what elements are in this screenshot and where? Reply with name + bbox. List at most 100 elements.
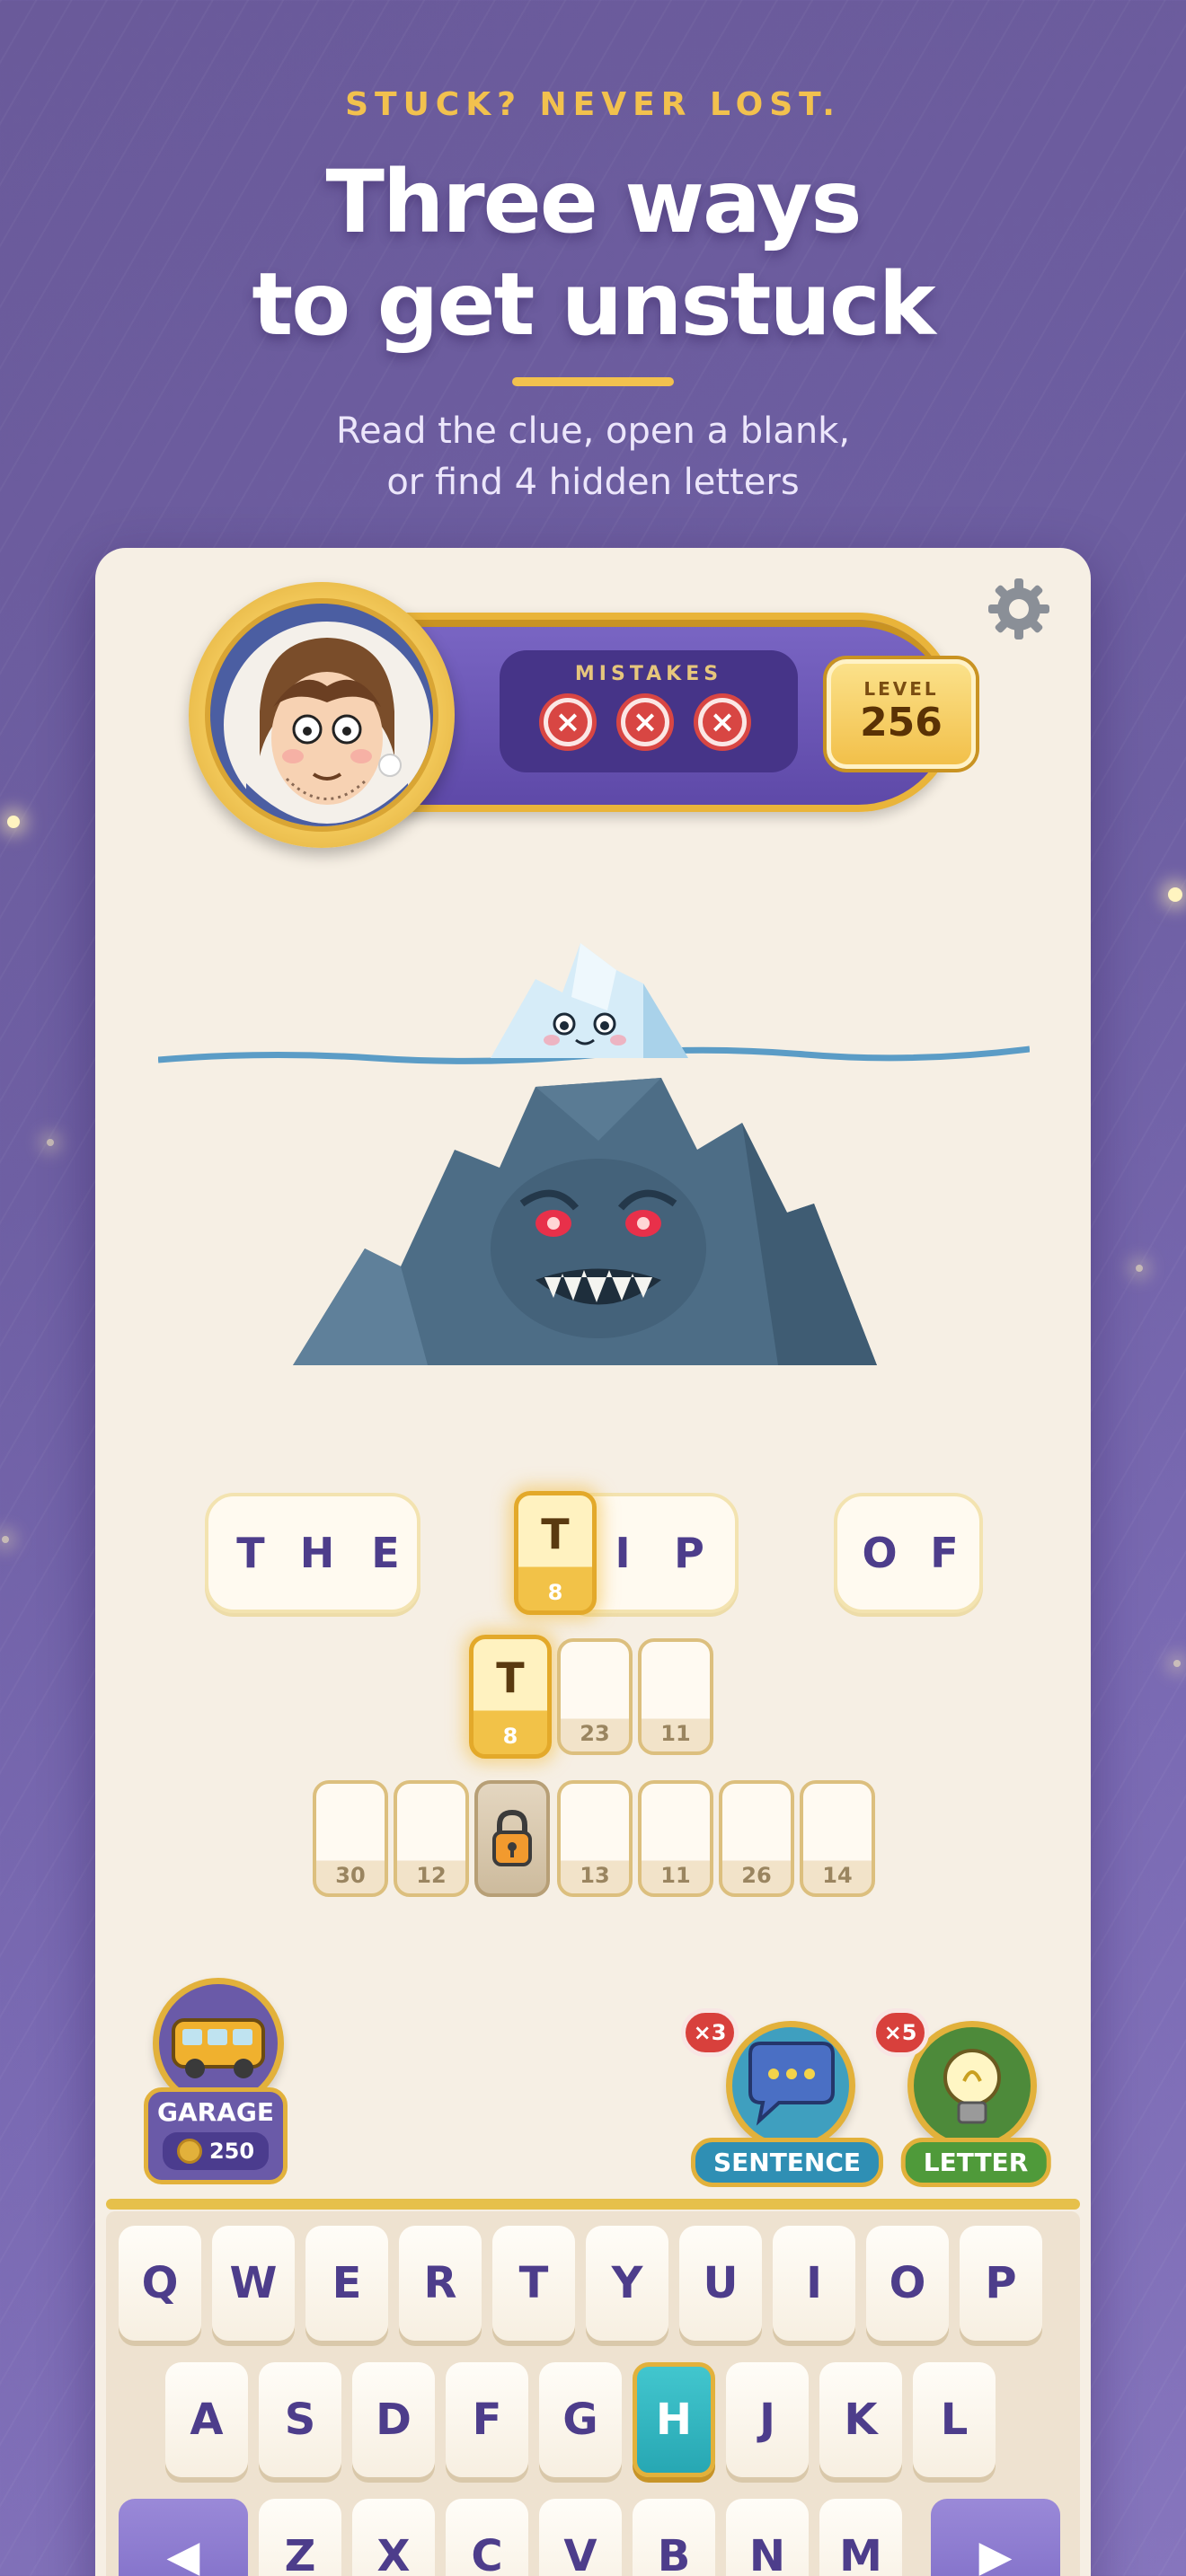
key-b[interactable]: B	[633, 2499, 715, 2576]
blank-letter-tile[interactable]: 26	[719, 1780, 794, 1897]
keyboard: QWERTYUIOP ASDFGHJKL ◀ Z X C V B N M ▶	[106, 2211, 1080, 2576]
game-screen: MISTAKES × × × LEVEL 256 T H E I P T 8 O…	[95, 548, 1091, 2576]
coin-balance: 250	[163, 2132, 269, 2170]
key-i[interactable]: I	[773, 2226, 855, 2341]
blank-letter-tile[interactable]: 12	[394, 1780, 469, 1897]
eyebrow-text: STUCK? NEVER LOST.	[345, 86, 841, 123]
key-g[interactable]: G	[539, 2362, 622, 2477]
coin-amount: 250	[208, 2139, 255, 2164]
key-q[interactable]: Q	[119, 2226, 201, 2341]
revealed-letter-tile[interactable]: T 8	[469, 1635, 552, 1759]
key-c[interactable]: C	[446, 2499, 528, 2576]
word-letter: P	[674, 1529, 704, 1577]
key-z[interactable]: Z	[259, 2499, 341, 2576]
subtitle: Read the clue, open a blank, or find 4 h…	[0, 406, 1186, 508]
key-w[interactable]: W	[212, 2226, 295, 2341]
headline-line-2: to get unstuck	[252, 254, 935, 355]
tile-number: 12	[416, 1863, 447, 1888]
key-k[interactable]: K	[819, 2362, 902, 2477]
subtitle-line-2: or find 4 hidden letters	[386, 462, 800, 503]
left-arrow-icon[interactable]: ◀	[119, 2499, 248, 2576]
sentence-hint-button[interactable]: SENTENCE ×3	[681, 2008, 884, 2192]
tile-number: 14	[822, 1863, 853, 1888]
blank-letter-tile[interactable]: 30	[313, 1780, 388, 1897]
key-h[interactable]: H	[633, 2362, 715, 2477]
lock-icon	[492, 1809, 532, 1866]
headline-line-1: Three ways	[325, 152, 862, 252]
key-m[interactable]: M	[819, 2499, 902, 2576]
garage-panel: GARAGE 250	[144, 2087, 288, 2184]
key-d[interactable]: D	[352, 2362, 435, 2477]
sparkle	[1136, 1265, 1143, 1272]
level-value: 256	[860, 700, 943, 745]
letter-label: LETTER	[900, 2138, 1051, 2187]
tile-number: 23	[580, 1721, 610, 1746]
key-v[interactable]: V	[539, 2499, 622, 2576]
letter-hint-button[interactable]: LETTER ×5	[872, 2008, 1051, 2192]
tile-number: 30	[335, 1863, 366, 1888]
sparkle	[47, 1139, 54, 1146]
gear-icon[interactable]	[985, 575, 1053, 643]
locked-letter-tile[interactable]	[474, 1780, 550, 1897]
headline-divider	[512, 377, 674, 386]
blank-letter-tile[interactable]: 23	[557, 1638, 633, 1755]
tile-number: 11	[660, 1863, 691, 1888]
word-the: T H E	[205, 1493, 420, 1613]
key-j[interactable]: J	[726, 2362, 809, 2477]
tile-letter: T	[541, 1510, 570, 1558]
key-n[interactable]: N	[726, 2499, 809, 2576]
key-s[interactable]: S	[259, 2362, 341, 2477]
sparkle	[2, 1536, 9, 1543]
garage-button[interactable]: GARAGE 250	[144, 1978, 288, 2184]
key-t[interactable]: T	[492, 2226, 575, 2341]
word-letter: F	[930, 1529, 959, 1577]
key-a[interactable]: A	[165, 2362, 248, 2477]
key-y[interactable]: Y	[586, 2226, 668, 2341]
speech-bubble-icon	[726, 2021, 855, 2150]
mistake-x-icon: ×	[539, 693, 597, 751]
tile-number: 11	[660, 1721, 691, 1746]
subtitle-line-1: Read the clue, open a blank,	[335, 410, 851, 452]
blank-letter-tile[interactable]: 13	[557, 1780, 633, 1897]
tile-letter: T	[496, 1654, 525, 1702]
word-letter: H	[299, 1529, 335, 1577]
word-letter: I	[615, 1529, 631, 1577]
tile-number: 26	[741, 1863, 772, 1888]
mistakes-label: MISTAKES	[574, 663, 723, 685]
letter-count-badge: ×5	[872, 2008, 929, 2057]
tile-number: 8	[502, 1724, 518, 1749]
keyboard-divider	[106, 2199, 1080, 2210]
word-letter: O	[862, 1529, 898, 1577]
key-o[interactable]: O	[866, 2226, 949, 2341]
mistakes-panel: MISTAKES × × ×	[500, 650, 798, 772]
sentence-label: SENTENCE	[690, 2138, 884, 2187]
word-letter: T	[236, 1529, 265, 1577]
key-u[interactable]: U	[679, 2226, 762, 2341]
mistake-x-icon: ×	[616, 693, 674, 751]
sparkle	[1173, 1660, 1181, 1667]
key-l[interactable]: L	[913, 2362, 996, 2477]
sentence-count-badge: ×3	[681, 2008, 739, 2057]
blank-letter-tile[interactable]: 11	[638, 1638, 713, 1755]
sparkle	[7, 816, 20, 828]
iceberg-icon	[157, 943, 1031, 1374]
key-f[interactable]: F	[446, 2362, 528, 2477]
blank-letter-tile[interactable]: 11	[638, 1780, 713, 1897]
player-avatar-icon	[205, 598, 438, 832]
page-title: Three ways to get unstuck	[0, 151, 1186, 356]
mistake-x-icon: ×	[694, 693, 751, 751]
key-r[interactable]: R	[399, 2226, 482, 2341]
tile-number: 8	[547, 1580, 563, 1605]
avatar[interactable]	[189, 582, 455, 848]
right-arrow-icon[interactable]: ▶	[931, 2499, 1060, 2576]
revealed-letter-tile[interactable]: T 8	[514, 1491, 597, 1615]
blank-letter-tile[interactable]: 14	[800, 1780, 875, 1897]
word-of: O F	[834, 1493, 983, 1613]
key-p[interactable]: P	[960, 2226, 1042, 2341]
garage-label: GARAGE	[157, 2097, 274, 2127]
key-e[interactable]: E	[305, 2226, 388, 2341]
key-x[interactable]: X	[352, 2499, 435, 2576]
level-badge: LEVEL 256	[827, 659, 976, 769]
coin-icon	[176, 2139, 202, 2164]
tile-number: 13	[580, 1863, 610, 1888]
